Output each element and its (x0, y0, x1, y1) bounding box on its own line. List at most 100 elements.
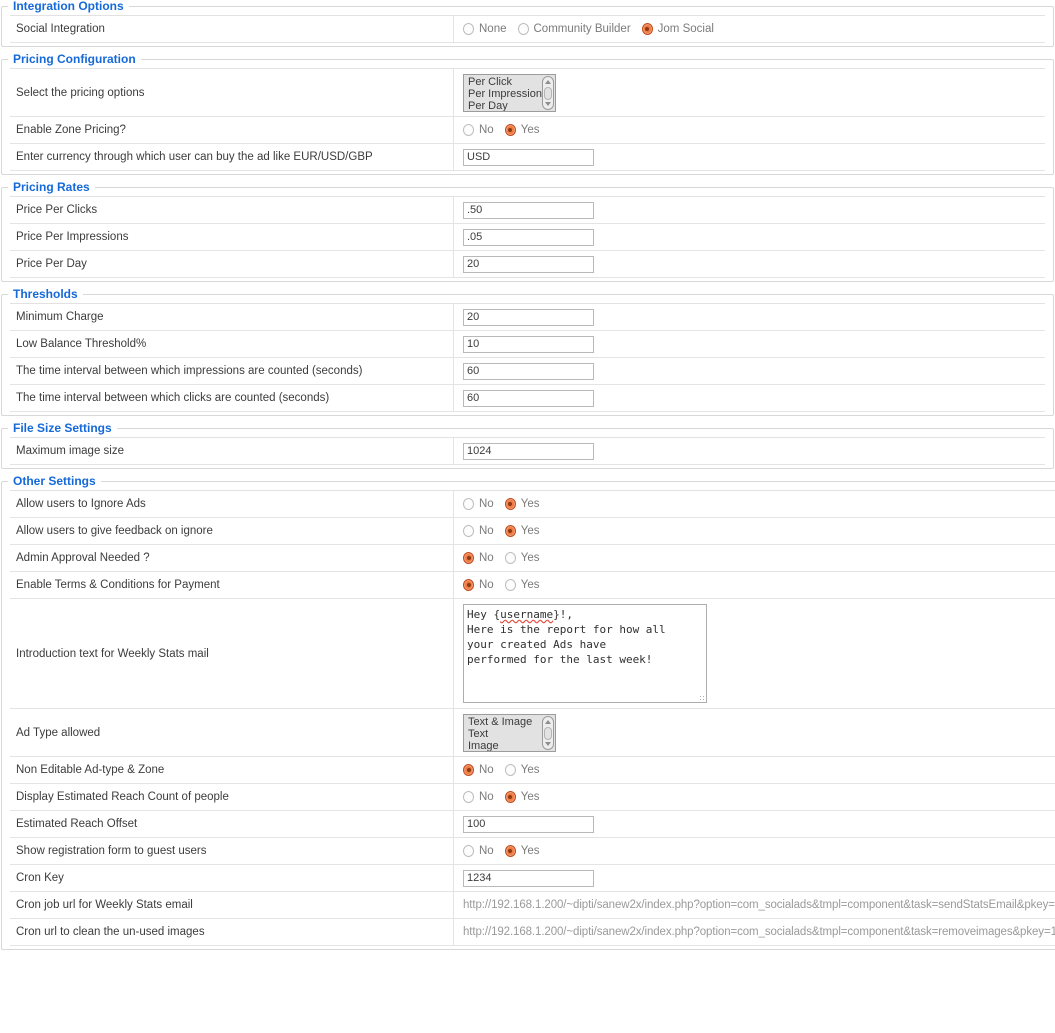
allow-ignore-ads-radio-no[interactable] (463, 498, 474, 510)
enable-zone-pricing-option-0[interactable]: No (463, 124, 494, 136)
admin-approval-needed-option-1[interactable]: Yes (505, 552, 540, 564)
input-impression-interval[interactable] (463, 363, 594, 380)
allow-feedback-on-ignore-radio-no[interactable] (463, 525, 474, 537)
row-price-per-impressions: Price Per Impressions (10, 224, 1045, 251)
display-estimated-reach-option-1[interactable]: Yes (505, 791, 540, 803)
non-editable-adtype-zone-option-1[interactable]: Yes (505, 764, 540, 776)
label-enable-zone-pricing: Enable Zone Pricing? (10, 117, 454, 143)
enable-terms-conditions-option-1[interactable]: Yes (505, 579, 540, 591)
enable-zone-pricing-radio-yes[interactable] (505, 124, 516, 136)
value-low-balance-threshold (454, 331, 1045, 357)
allow-feedback-on-ignore-radio-label-0: No (479, 525, 494, 537)
enable-zone-pricing-option-1[interactable]: Yes (505, 124, 540, 136)
row-display-estimated-reach: Display Estimated Reach Count of peopleN… (10, 784, 1055, 811)
pricing-options-scrollbar[interactable] (542, 76, 554, 110)
enable-terms-conditions-option-0[interactable]: No (463, 579, 494, 591)
display-estimated-reach-radio-label-0: No (479, 791, 494, 803)
row-social-integration: Social Integration None Community Builder J… (10, 16, 1045, 43)
pricing-options-scroll-up-icon[interactable] (545, 80, 551, 84)
allow-feedback-on-ignore-radio-yes[interactable] (505, 525, 516, 537)
pricing-options-scroll-thumb[interactable] (544, 87, 552, 100)
value-minimum-charge (454, 304, 1045, 330)
show-registration-form-option-1[interactable]: Yes (505, 845, 540, 857)
pricing-options-multiselect[interactable]: Per ClickPer ImpressionPer Day (463, 74, 556, 112)
social-integration-radio-community-builder[interactable] (518, 23, 529, 35)
show-registration-form-option-0[interactable]: No (463, 845, 494, 857)
url-cron-url-clean-unused-images: http://192.168.1.200/~dipti/sanew2x/inde… (463, 926, 1055, 938)
row-non-editable-adtype-zone: Non Editable Ad-type & ZoneNoYes (10, 757, 1055, 784)
display-estimated-reach-radio-group: No Yes (463, 791, 550, 803)
enable-zone-pricing-radio-group: No Yes (463, 124, 550, 136)
value-pricing-options: Per ClickPer ImpressionPer Day (454, 69, 1045, 116)
show-registration-form-radio-no[interactable] (463, 845, 474, 857)
ad-type-allowed-scroll-up-icon[interactable] (545, 720, 551, 724)
ad-type-allowed-scroll-down-icon[interactable] (545, 742, 551, 746)
non-editable-adtype-zone-radio-yes[interactable] (505, 764, 516, 776)
row-allow-feedback-on-ignore: Allow users to give feedback on ignoreNo… (10, 518, 1055, 545)
label-currency: Enter currency through which user can bu… (10, 144, 454, 170)
social-integration-radio-label-1: Community Builder (534, 23, 631, 35)
show-registration-form-radio-yes[interactable] (505, 845, 516, 857)
input-minimum-charge[interactable] (463, 309, 594, 326)
enable-zone-pricing-radio-no[interactable] (463, 124, 474, 136)
non-editable-adtype-zone-radio-no[interactable] (463, 764, 474, 776)
value-cron-url-clean-unused-images: http://192.168.1.200/~dipti/sanew2x/inde… (454, 919, 1055, 945)
input-estimated-reach-offset[interactable] (463, 816, 594, 833)
social-integration-radio-label-2: Jom Social (658, 23, 714, 35)
value-price-per-day (454, 251, 1045, 277)
non-editable-adtype-zone-option-0[interactable]: No (463, 764, 494, 776)
label-click-interval: The time interval between which clicks a… (10, 385, 454, 411)
input-price-per-clicks[interactable] (463, 202, 594, 219)
allow-feedback-on-ignore-radio-label-1: Yes (521, 525, 540, 537)
value-cron-key (454, 865, 1055, 891)
display-estimated-reach-radio-yes[interactable] (505, 791, 516, 803)
input-maximum-image-size[interactable] (463, 443, 594, 460)
value-estimated-reach-offset (454, 811, 1055, 837)
ad-type-allowed-scroll-thumb[interactable] (544, 727, 552, 740)
input-cron-key[interactable] (463, 870, 594, 887)
admin-approval-needed-radio-group: No Yes (463, 552, 550, 564)
allow-ignore-ads-radio-yes[interactable] (505, 498, 516, 510)
enable-terms-conditions-radio-no[interactable] (463, 579, 474, 591)
social-integration-option-2[interactable]: Jom Social (642, 23, 714, 35)
social-integration-radio-none[interactable] (463, 23, 474, 35)
row-price-per-clicks: Price Per Clicks (10, 197, 1045, 224)
input-click-interval[interactable] (463, 390, 594, 407)
enable-zone-pricing-radio-label-0: No (479, 124, 494, 136)
allow-ignore-ads-option-0[interactable]: No (463, 498, 494, 510)
admin-approval-needed-option-0[interactable]: No (463, 552, 494, 564)
value-click-interval (454, 385, 1045, 411)
social-integration-option-0[interactable]: None (463, 23, 507, 35)
weekly-stats-intro-text-line-2: your created Ads have (467, 637, 703, 652)
pricing-options-scroll-down-icon[interactable] (545, 102, 551, 106)
allow-ignore-ads-option-1[interactable]: Yes (505, 498, 540, 510)
section-legend-4: Thresholds (8, 288, 83, 300)
section-5: File Size SettingsMaximum image size (1, 422, 1054, 469)
input-price-per-day[interactable] (463, 256, 594, 273)
admin-approval-needed-radio-label-0: No (479, 552, 494, 564)
allow-ignore-ads-radio-label-1: Yes (521, 498, 540, 510)
weekly-stats-intro-text-resize-handle[interactable] (697, 693, 704, 700)
admin-approval-needed-radio-no[interactable] (463, 552, 474, 564)
allow-feedback-on-ignore-option-1[interactable]: Yes (505, 525, 540, 537)
weekly-stats-intro-text-textarea[interactable]: Hey {username}!,Here is the report for h… (463, 604, 707, 703)
value-currency (454, 144, 1045, 170)
ad-type-allowed-scrollbar[interactable] (542, 716, 554, 750)
display-estimated-reach-option-0[interactable]: No (463, 791, 494, 803)
input-price-per-impressions[interactable] (463, 229, 594, 246)
allow-feedback-on-ignore-option-0[interactable]: No (463, 525, 494, 537)
input-low-balance-threshold[interactable] (463, 336, 594, 353)
social-integration-radio-jom-social[interactable] (642, 23, 653, 35)
section-1: Integration OptionsSocial IntegrationNon… (1, 0, 1054, 47)
display-estimated-reach-radio-no[interactable] (463, 791, 474, 803)
admin-approval-needed-radio-yes[interactable] (505, 552, 516, 564)
label-pricing-options: Select the pricing options (10, 69, 454, 116)
row-price-per-day: Price Per Day (10, 251, 1045, 278)
value-ad-type-allowed: Text & ImageTextImage (454, 709, 1055, 756)
enable-terms-conditions-radio-yes[interactable] (505, 579, 516, 591)
display-estimated-reach-radio-label-1: Yes (521, 791, 540, 803)
social-integration-option-1[interactable]: Community Builder (518, 23, 631, 35)
ad-type-allowed-multiselect[interactable]: Text & ImageTextImage (463, 714, 556, 752)
input-currency[interactable] (463, 149, 594, 166)
label-social-integration: Social Integration (10, 16, 454, 42)
